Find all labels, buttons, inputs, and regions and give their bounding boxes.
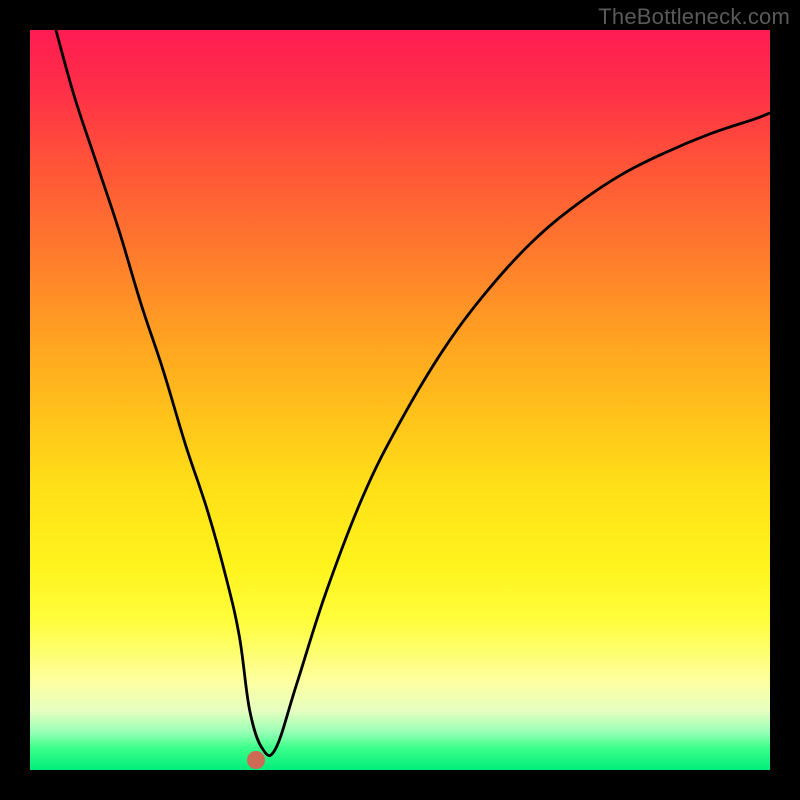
- optimal-point-marker: [247, 751, 265, 769]
- bottleneck-curve: [56, 30, 770, 756]
- curve-svg: [30, 30, 770, 770]
- chart-frame: TheBottleneck.com: [0, 0, 800, 800]
- watermark-text: TheBottleneck.com: [598, 4, 790, 30]
- plot-area: [30, 30, 770, 770]
